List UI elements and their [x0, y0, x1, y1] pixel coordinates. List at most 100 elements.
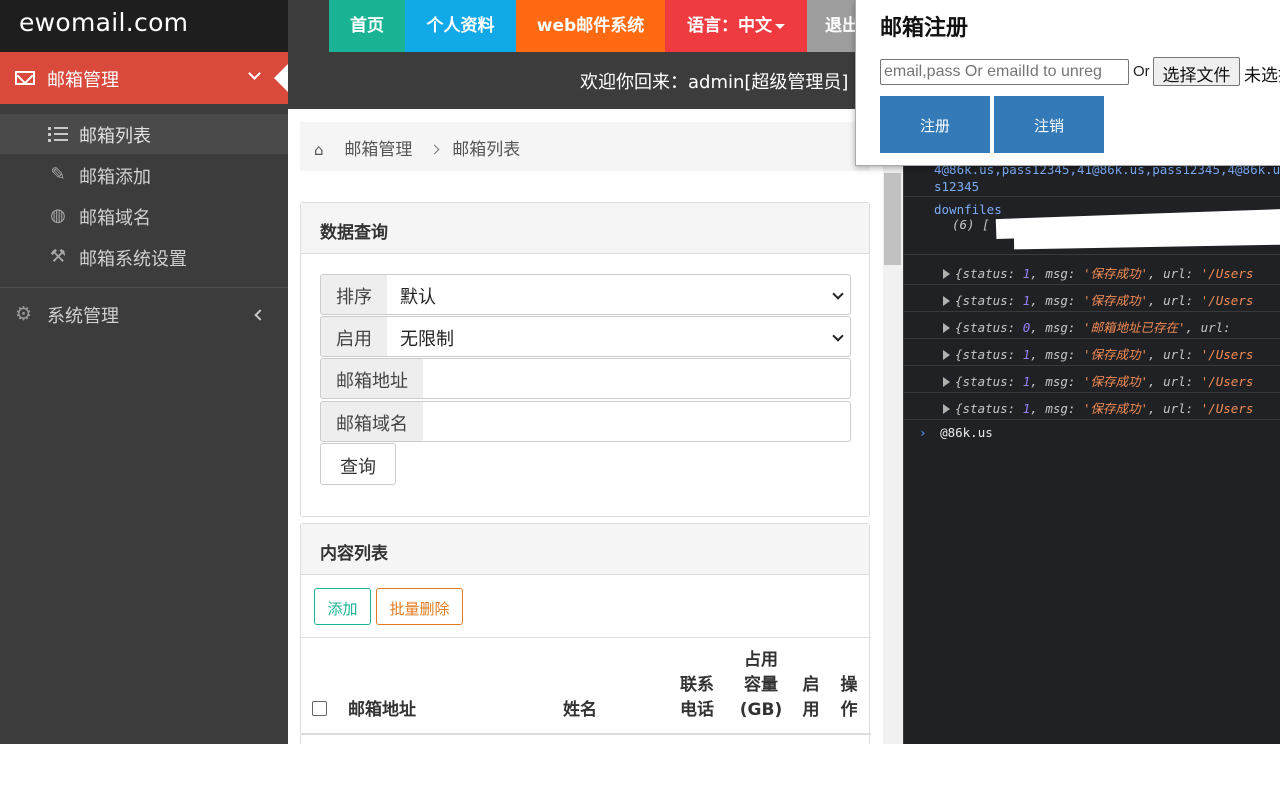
console-prompt[interactable]: › @86k.us — [919, 425, 993, 440]
batch-delete-button[interactable]: 批量删除 — [376, 588, 463, 625]
expand-triangle-icon — [943, 350, 950, 360]
domain-input[interactable] — [423, 401, 851, 442]
active-indicator — [274, 64, 288, 92]
column-header-line: (GB) — [739, 700, 783, 720]
prompt-chevron-icon: › — [919, 425, 927, 440]
address-input[interactable] — [423, 358, 851, 399]
enabled-field: 启用 无限制 — [320, 316, 851, 357]
sidebar-item-system-management[interactable]: ⚙ 系统管理 — [0, 294, 288, 334]
breadcrumb-item-current: 邮箱列表 — [452, 140, 521, 160]
console-log-text: s12345 — [934, 179, 980, 194]
expand-triangle-icon — [943, 269, 950, 279]
select-all-checkbox[interactable] — [312, 701, 327, 716]
register-popup: 邮箱注册 Or 选择文件 未选择任何文件 注册 注销 — [855, 0, 1280, 166]
column-header-name[interactable]: 姓名 — [563, 698, 597, 723]
column-header-enabled[interactable]: 启 用 — [800, 673, 822, 723]
expand-triangle-icon — [943, 323, 950, 333]
sidebar-item-mail-management[interactable]: 邮箱管理 — [0, 52, 288, 104]
enabled-select[interactable]: 无限制 — [387, 316, 851, 357]
console-object-entry[interactable]: {status: 1, msg: '保存成功', url: '/Users — [904, 366, 1280, 393]
domain-label: 邮箱域名 — [320, 401, 424, 442]
column-header-action[interactable]: 操 作 — [838, 673, 860, 723]
console-url-value: '/Users — [1200, 266, 1254, 281]
column-header-line: 占用 — [744, 650, 778, 670]
add-button[interactable]: 添加 — [314, 588, 371, 625]
nav-language-label: 语言：中文 — [687, 16, 772, 36]
nav-language-dropdown[interactable]: 语言：中文 — [665, 0, 807, 52]
console-status-value: 0 — [1022, 320, 1031, 335]
envelope-icon — [15, 71, 35, 85]
unregister-button[interactable]: 注销 — [994, 96, 1104, 153]
sidebar-item-mail-add[interactable]: ✎ 邮箱添加 — [0, 155, 288, 195]
breadcrumb: ⌂ 邮箱管理 邮箱列表 — [300, 122, 870, 171]
list-panel: 内容列表 添加 批量删除 邮箱地址 姓名 联系 电话 占用 容量 (GB) 启 … — [300, 523, 871, 744]
column-header-line: 操 — [840, 675, 858, 695]
column-header-line: 容量 — [744, 675, 778, 695]
console-url-value: '/Users — [1200, 401, 1254, 416]
chevron-right-icon — [429, 144, 440, 155]
sidebar-divider — [0, 287, 288, 288]
sidebar-item-label: 邮箱系统设置 — [79, 249, 187, 270]
home-icon[interactable]: ⌂ — [314, 141, 330, 159]
chevron-down-icon — [832, 288, 844, 300]
devtools-console: 4@86k.us,pass12345,41@86k.us,pass12345,4… — [903, 109, 1280, 744]
console-msg-value: '保存成功' — [1082, 401, 1149, 416]
breadcrumb-item[interactable]: 邮箱管理 — [344, 140, 412, 160]
list-icon — [48, 127, 68, 142]
console-url-value: '/Users — [1200, 293, 1254, 308]
register-input[interactable] — [880, 59, 1129, 85]
wrench-icon: ⚒ — [49, 246, 67, 267]
console-status-value: 1 — [1022, 374, 1031, 389]
sort-label: 排序 — [320, 274, 388, 315]
address-field: 邮箱地址 — [320, 358, 851, 399]
sidebar-item-mail-list[interactable]: 邮箱列表 — [0, 114, 288, 154]
domain-field: 邮箱域名 — [320, 401, 851, 442]
query-button[interactable]: 查询 — [320, 443, 396, 485]
brand-logo: ewomail.com — [0, 0, 288, 52]
expand-triangle-icon — [943, 296, 950, 306]
console-object-entry[interactable]: {status: 1, msg: '保存成功', url: '/Users — [904, 258, 1280, 285]
app-viewport: ewomail.com 首页 个人资料 web邮件系统 语言：中文 退出 邮箱管… — [0, 0, 1280, 744]
sidebar-item-label: 邮箱管理 — [47, 70, 119, 91]
column-header-line: 启 — [802, 675, 820, 695]
console-status-value: 1 — [1022, 347, 1031, 362]
query-panel-title: 数据查询 — [301, 203, 869, 254]
sidebar-item-label: 邮箱列表 — [79, 126, 151, 147]
column-header-quota[interactable]: 占用 容量 (GB) — [738, 648, 784, 723]
enabled-select-value: 无限制 — [400, 329, 454, 350]
console-object-entry[interactable]: {status: 1, msg: '保存成功', url: '/Users — [904, 393, 1280, 420]
scrollbar-thumb[interactable] — [884, 173, 901, 265]
no-file-text: 未选择任何文件 — [1244, 66, 1280, 86]
chevron-left-icon — [254, 309, 266, 321]
console-msg-value: '邮箱地址已存在' — [1082, 320, 1186, 335]
console-log-line: 4@86k.us,pass12345,41@86k.us,pass12345,4… — [904, 161, 1280, 197]
register-button[interactable]: 注册 — [880, 96, 990, 153]
nav-profile[interactable]: 个人资料 — [405, 0, 516, 52]
console-prompt-input[interactable]: @86k.us — [940, 425, 993, 440]
console-object-entry[interactable]: {status: 0, msg: '邮箱地址已存在', url: — [904, 312, 1280, 339]
sort-select[interactable]: 默认 — [387, 274, 851, 315]
console-status-value: 1 — [1022, 401, 1031, 416]
expand-triangle-icon — [943, 377, 950, 387]
nav-webmail[interactable]: web邮件系统 — [516, 0, 665, 52]
gear-icon: ⚙ — [15, 303, 33, 325]
console-url-value: '/Users — [1200, 347, 1254, 362]
expand-triangle-icon — [943, 404, 950, 414]
sidebar-item-label: 邮箱添加 — [79, 167, 151, 188]
or-text: Or — [1133, 63, 1150, 80]
column-header-phone[interactable]: 联系 电话 — [677, 673, 717, 723]
sidebar-item-mail-settings[interactable]: ⚒ 邮箱系统设置 — [0, 237, 288, 277]
sidebar-item-mail-domain[interactable]: ◍ 邮箱域名 — [0, 196, 288, 236]
address-label: 邮箱地址 — [320, 358, 424, 399]
nav-home[interactable]: 首页 — [329, 0, 405, 52]
sidebar-item-label: 系统管理 — [47, 306, 119, 327]
sort-select-value: 默认 — [400, 287, 436, 308]
console-object-entry[interactable]: {status: 1, msg: '保存成功', url: '/Users — [904, 339, 1280, 366]
pencil-icon: ✎ — [50, 164, 66, 185]
choose-file-button[interactable]: 选择文件 — [1153, 57, 1240, 86]
popup-title: 邮箱注册 — [880, 16, 969, 41]
column-header-line: 用 — [802, 700, 820, 720]
table-header: 邮箱地址 姓名 联系 电话 占用 容量 (GB) 启 用 操 作 — [301, 637, 871, 735]
column-header-address[interactable]: 邮箱地址 — [348, 698, 416, 723]
console-object-entry[interactable]: {status: 1, msg: '保存成功', url: '/Users — [904, 285, 1280, 312]
